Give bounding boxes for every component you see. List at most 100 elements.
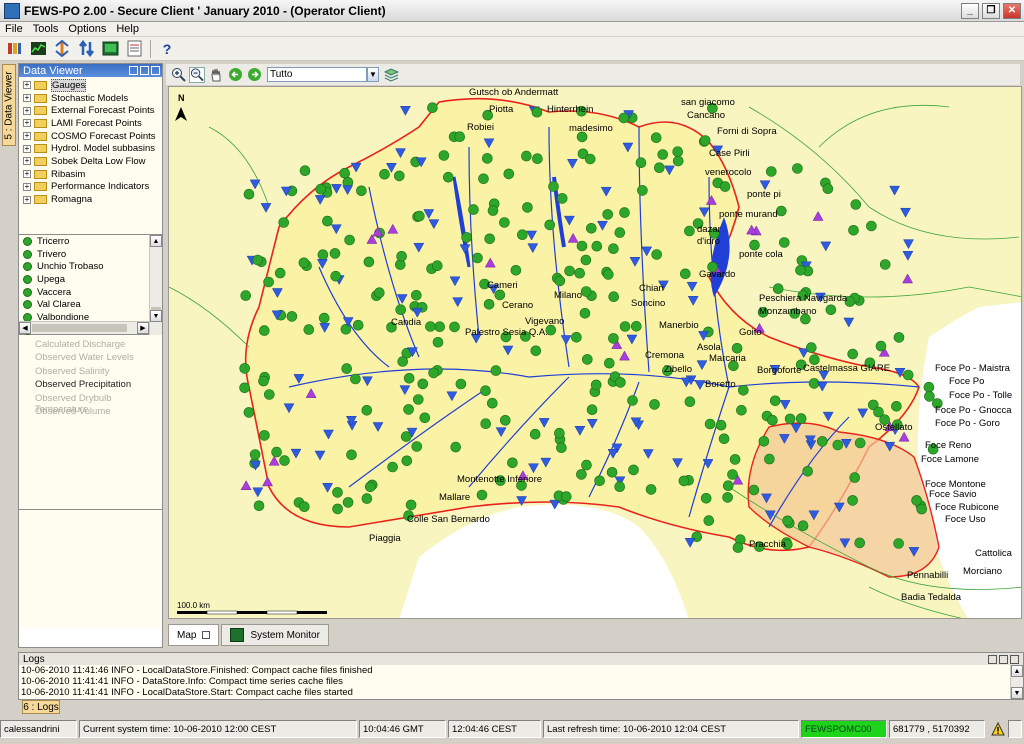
expand-icon[interactable]: + [23,81,31,90]
tree-item[interactable]: + Romagna [19,193,162,206]
gauge-station-marker [579,308,591,319]
expand-icon[interactable]: + [23,94,31,103]
expand-icon[interactable]: + [23,195,31,204]
gauge-station-marker [483,299,495,310]
parameter-list: Calculated Discharge Observed Water Level… [19,335,162,510]
expand-icon[interactable]: + [23,170,31,179]
gauge-station-marker [484,233,496,245]
flow-station-marker [260,203,272,213]
scroll-up-icon[interactable]: ▲ [150,235,162,247]
parameter-item[interactable]: Observed Precipitation [19,379,162,392]
tree-item[interactable]: + External Forecast Points [19,104,162,117]
tab-map[interactable]: Map [168,624,220,646]
expand-icon[interactable]: + [23,182,31,191]
close-button[interactable]: ✕ [1003,2,1021,19]
parameter-item[interactable]: Observed Salinity [19,366,162,379]
station-icon [23,287,32,297]
location-list-horizontal-scrollbar[interactable]: ◀ ▶ [19,321,149,334]
expand-icon[interactable]: + [23,157,31,166]
panel-maximize-icon[interactable] [999,654,1008,664]
tree-item[interactable]: + COSMO Forecast Points [19,130,162,143]
list-item[interactable]: Trivero [19,248,149,261]
gauge-station-marker [397,356,408,367]
gauge-station-marker [576,240,588,252]
list-item[interactable]: Upega [19,273,149,286]
back-arrow-icon[interactable] [227,67,243,83]
area-select[interactable]: Tutto [267,67,367,82]
tree-item[interactable]: + Performance Indicators [19,181,162,194]
gauge-station-marker [239,363,250,374]
parameter-item[interactable]: Observed Drybulb Temperature [19,393,162,415]
menu-tools[interactable]: Tools [28,23,64,35]
parameter-item[interactable]: Observed Volume [19,406,162,419]
panel-maximize-icon[interactable] [140,66,149,75]
forward-arrow-icon[interactable] [246,67,262,83]
panel-minimize-icon[interactable] [151,66,160,75]
map-place-label: Morciano [963,566,1003,577]
north-arrow-icon [175,107,187,121]
map-view[interactable]: N 100.0 km Gutsch ob Andermatt Piotta Hint… [168,86,1022,619]
expand-icon[interactable]: + [23,119,31,128]
map-canvas[interactable]: N 100.0 km [169,87,1022,619]
menu-file[interactable]: File [0,23,28,35]
expand-icon[interactable]: + [23,132,31,141]
parameter-item[interactable]: Observed Water Levels [19,352,162,365]
data-viewer-side-tab[interactable]: 5 : Data Viewer [2,64,16,146]
chevron-down-icon[interactable]: ▼ [367,67,379,82]
gauge-station-marker [722,480,734,492]
list-item[interactable]: Unchio Trobaso [19,260,149,273]
zoom-out-icon[interactable] [189,66,205,83]
gauge-station-marker [450,441,462,453]
logs-tab[interactable]: 6 : Logs [22,700,60,714]
report-icon[interactable] [124,39,144,59]
panel-restore-icon[interactable] [129,66,138,75]
list-item[interactable]: Vaccera [19,286,149,299]
scroll-down-icon[interactable]: ▼ [150,310,162,322]
gauge-station-marker [704,418,716,430]
list-item[interactable]: Val Clarea [19,298,149,311]
sync-arrows-icon[interactable] [76,39,96,59]
database-icon[interactable] [4,39,24,59]
expand-icon[interactable]: + [23,144,31,153]
tab-restore-icon[interactable] [202,631,211,639]
tree-item[interactable]: + Gauges [19,78,162,92]
monitor-icon[interactable] [100,39,120,59]
tree-item[interactable]: + Sobek Delta Low Flow [19,155,162,168]
menu-help[interactable]: Help [111,23,144,35]
parameter-item[interactable]: Calculated Discharge [19,339,162,352]
map-place-label: Cattolica [975,548,1012,559]
expand-icon[interactable]: + [23,106,31,115]
pan-hand-icon[interactable] [208,67,224,83]
panel-minimize-icon[interactable] [1010,654,1019,664]
gauge-station-marker [614,227,626,238]
chart-icon[interactable] [28,39,48,59]
transfer-icon[interactable] [52,39,72,59]
help-icon[interactable]: ? [157,39,177,59]
scroll-down-icon[interactable]: ▼ [1011,687,1023,699]
tree-item[interactable]: + Stochastic Models [19,92,162,105]
scroll-right-icon[interactable]: ▶ [137,322,149,334]
gauge-station-marker [361,493,373,504]
scroll-left-icon[interactable]: ◀ [19,322,31,334]
restore-button[interactable]: ❐ [982,2,1000,19]
tab-system-monitor[interactable]: System Monitor [221,624,329,646]
menu-options[interactable]: Options [63,23,111,35]
gauge-station-marker [243,188,255,200]
layers-icon[interactable] [383,67,399,83]
zoom-in-icon[interactable] [170,67,186,83]
warning-icon[interactable] [991,722,1005,736]
gauge-station-marker [700,492,712,504]
gauge-station-marker [396,251,407,262]
minimize-button[interactable]: _ [961,2,979,19]
list-item[interactable]: Tricerro [19,235,149,248]
tree-item[interactable]: + LAMI Forecast Points [19,117,162,130]
tree-item[interactable]: + Hydrol. Model subbasins [19,142,162,155]
gauge-station-marker [893,538,904,549]
gauge-station-marker [795,265,806,276]
tree-item[interactable]: + Ribasim [19,168,162,181]
scroll-up-icon[interactable]: ▲ [1011,665,1023,677]
logs-vertical-scrollbar[interactable]: ▲ ▼ [1010,665,1023,699]
location-list-vertical-scrollbar[interactable]: ▲ ▼ [149,235,162,335]
panel-restore-icon[interactable] [988,654,997,664]
scroll-thumb-h[interactable] [32,324,127,332]
